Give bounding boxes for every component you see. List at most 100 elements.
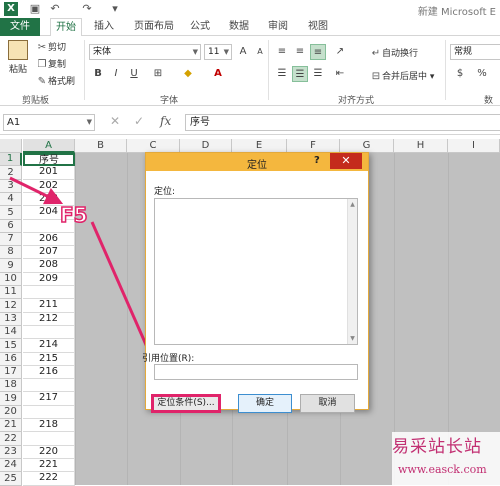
column-header-c[interactable]: C (127, 139, 180, 153)
goto-special-button[interactable]: 定位条件(S)... (151, 394, 221, 413)
undo-icon[interactable]: ↶ (48, 2, 62, 16)
redo-icon[interactable]: ↷ (80, 2, 94, 16)
row-header-3[interactable]: 3 (0, 180, 22, 193)
cell-a2[interactable]: 201 (23, 166, 75, 180)
row-header-21[interactable]: 21 (0, 419, 22, 432)
number-format-combo[interactable]: 常规 (450, 44, 500, 60)
row-header-15[interactable]: 15 (0, 339, 22, 353)
tab-view[interactable]: 视图 (304, 18, 332, 36)
cell-a9[interactable]: 208 (23, 259, 75, 273)
ok-button[interactable]: 确定 (238, 394, 292, 413)
row-header-14[interactable]: 14 (0, 326, 22, 339)
cancel-button[interactable]: 取消 (300, 394, 355, 413)
cell-a12[interactable]: 211 (23, 299, 75, 313)
insert-function-button[interactable]: fx (160, 114, 171, 128)
cell-a19[interactable]: 217 (23, 392, 75, 406)
save-icon[interactable]: ▣ (28, 2, 42, 16)
row-header-16[interactable]: 16 (0, 353, 22, 366)
listbox-scrollbar[interactable]: ▲ ▼ (347, 199, 357, 344)
customize-qat-icon[interactable]: ▾ (108, 2, 122, 16)
align-bottom-icon[interactable]: ≡ (310, 44, 326, 60)
row-header-23[interactable]: 23 (0, 446, 22, 459)
name-box[interactable]: A1 ▼ (3, 114, 95, 131)
cell-a22[interactable] (23, 432, 75, 446)
cut-button[interactable]: ✂ 剪切 (36, 40, 66, 54)
indent-icon[interactable]: ⇤ (332, 66, 348, 82)
row-header-20[interactable]: 20 (0, 406, 22, 419)
font-color-icon[interactable]: A (210, 66, 226, 82)
cell-a11[interactable] (23, 286, 75, 299)
row-header-10[interactable]: 10 (0, 273, 22, 286)
tab-data[interactable]: 数据 (225, 18, 253, 36)
select-all-corner[interactable] (0, 139, 22, 153)
tab-home[interactable]: 开始 (50, 18, 82, 37)
row-header-13[interactable]: 13 (0, 313, 22, 326)
font-size-combo[interactable]: 11 ▼ (204, 44, 232, 60)
row-header-9[interactable]: 9 (0, 259, 22, 273)
row-header-8[interactable]: 8 (0, 246, 22, 259)
cell-a16[interactable]: 215 (23, 353, 75, 366)
row-header-11[interactable]: 11 (0, 286, 22, 299)
borders-icon[interactable]: ⊞ (150, 66, 166, 82)
cell-a24[interactable]: 221 (23, 459, 75, 472)
cell-a15[interactable]: 214 (23, 339, 75, 353)
row-header-22[interactable]: 22 (0, 432, 22, 446)
column-header-d[interactable]: D (180, 139, 232, 153)
goto-listbox[interactable]: ▲ ▼ (154, 198, 358, 345)
help-icon[interactable]: ? (314, 155, 320, 166)
reference-input[interactable] (154, 364, 358, 380)
column-header-i[interactable]: I (448, 139, 500, 153)
underline-button[interactable]: U (126, 66, 142, 82)
copy-button[interactable]: ❐ 复制 (36, 57, 67, 71)
scroll-down-icon[interactable]: ▼ (348, 334, 357, 343)
cell-a10[interactable]: 209 (23, 273, 75, 286)
cell-a7[interactable]: 206 (23, 233, 75, 246)
row-header-24[interactable]: 24 (0, 459, 22, 472)
cell-a25[interactable]: 222 (23, 472, 75, 486)
cell-a21[interactable]: 218 (23, 419, 75, 432)
row-header-5[interactable]: 5 (0, 206, 22, 220)
row-header-4[interactable]: 4 (0, 193, 22, 206)
tab-insert[interactable]: 插入 (90, 18, 118, 36)
align-left-icon[interactable]: ☰ (274, 66, 290, 82)
wrap-text-button[interactable]: ↵ 自动换行 (370, 46, 418, 60)
column-header-f[interactable]: F (287, 139, 340, 153)
row-header-18[interactable]: 18 (0, 379, 22, 392)
percent-icon[interactable]: % (474, 66, 490, 82)
column-header-h[interactable]: H (394, 139, 448, 153)
align-top-icon[interactable]: ≡ (274, 44, 290, 60)
column-header-a[interactable]: A (23, 139, 75, 153)
row-header-19[interactable]: 19 (0, 392, 22, 406)
orientation-icon[interactable]: ↗ (332, 44, 348, 60)
align-right-icon[interactable]: ☰ (310, 66, 326, 82)
row-header-17[interactable]: 17 (0, 366, 22, 379)
align-middle-icon[interactable]: ≡ (292, 44, 308, 60)
confirm-entry-icon[interactable]: ✓ (134, 114, 144, 128)
row-header-12[interactable]: 12 (0, 299, 22, 313)
cell-a8[interactable]: 207 (23, 246, 75, 259)
merge-center-button[interactable]: ⊟ 合并后居中 ▾ (370, 69, 435, 83)
column-header-g[interactable]: G (340, 139, 394, 153)
align-center-icon[interactable]: ☰ (292, 66, 308, 82)
column-header-b[interactable]: B (75, 139, 127, 153)
cell-a20[interactable] (23, 406, 75, 419)
scroll-up-icon[interactable]: ▲ (348, 200, 357, 209)
cell-a23[interactable]: 220 (23, 446, 75, 459)
cell-a3[interactable]: 202 (23, 180, 75, 193)
fill-color-icon[interactable]: ◆ (180, 66, 196, 82)
bold-button[interactable]: B (90, 66, 106, 82)
cell-a13[interactable]: 212 (23, 313, 75, 326)
italic-button[interactable]: I (108, 66, 124, 82)
column-header-e[interactable]: E (232, 139, 287, 153)
tab-page-layout[interactable]: 页面布局 (130, 18, 178, 36)
grow-font-icon[interactable]: A (235, 44, 251, 60)
format-painter-button[interactable]: ✎ 格式刷 (36, 74, 75, 88)
cell-a18[interactable] (23, 379, 75, 392)
cell-a14[interactable] (23, 326, 75, 339)
formula-input[interactable]: 序号 (185, 114, 500, 131)
row-header-25[interactable]: 25 (0, 472, 22, 486)
paste-button[interactable]: 粘贴 (6, 40, 30, 80)
tab-review[interactable]: 审阅 (264, 18, 292, 36)
cancel-entry-icon[interactable]: ✕ (110, 114, 120, 128)
shrink-font-icon[interactable]: A (252, 44, 268, 60)
